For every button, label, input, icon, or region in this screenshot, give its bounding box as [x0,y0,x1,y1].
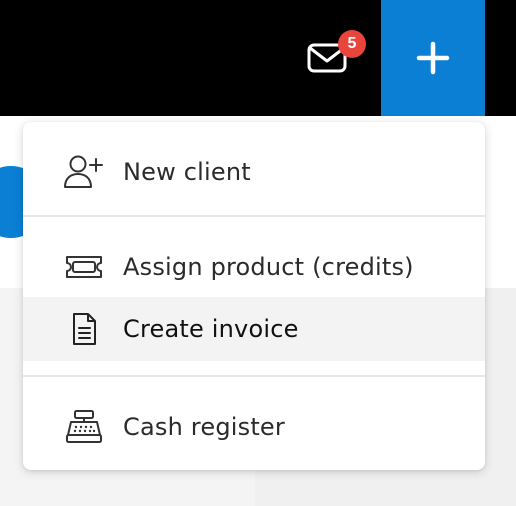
menu-item-label: New client [123,158,251,186]
add-button[interactable] [381,0,485,116]
plus-icon [416,41,450,75]
add-menu: New client Assign product (credits) Crea… [23,122,485,470]
menu-divider [23,375,485,377]
document-icon [63,311,105,347]
menu-item-label: Assign product (credits) [123,253,414,281]
menu-item-label: Create invoice [123,315,299,343]
menu-item-create-invoice[interactable]: Create invoice [23,297,485,361]
user-plus-icon [63,154,105,190]
menu-item-label: Cash register [123,413,285,441]
menu-item-new-client[interactable]: New client [23,140,485,204]
menu-item-cash-register[interactable]: Cash register [23,395,485,459]
cash-register-icon [63,409,105,445]
ticket-icon [63,249,105,285]
menu-divider [23,215,485,217]
unread-count-badge: 5 [338,30,366,58]
menu-item-assign-product[interactable]: Assign product (credits) [23,235,485,299]
